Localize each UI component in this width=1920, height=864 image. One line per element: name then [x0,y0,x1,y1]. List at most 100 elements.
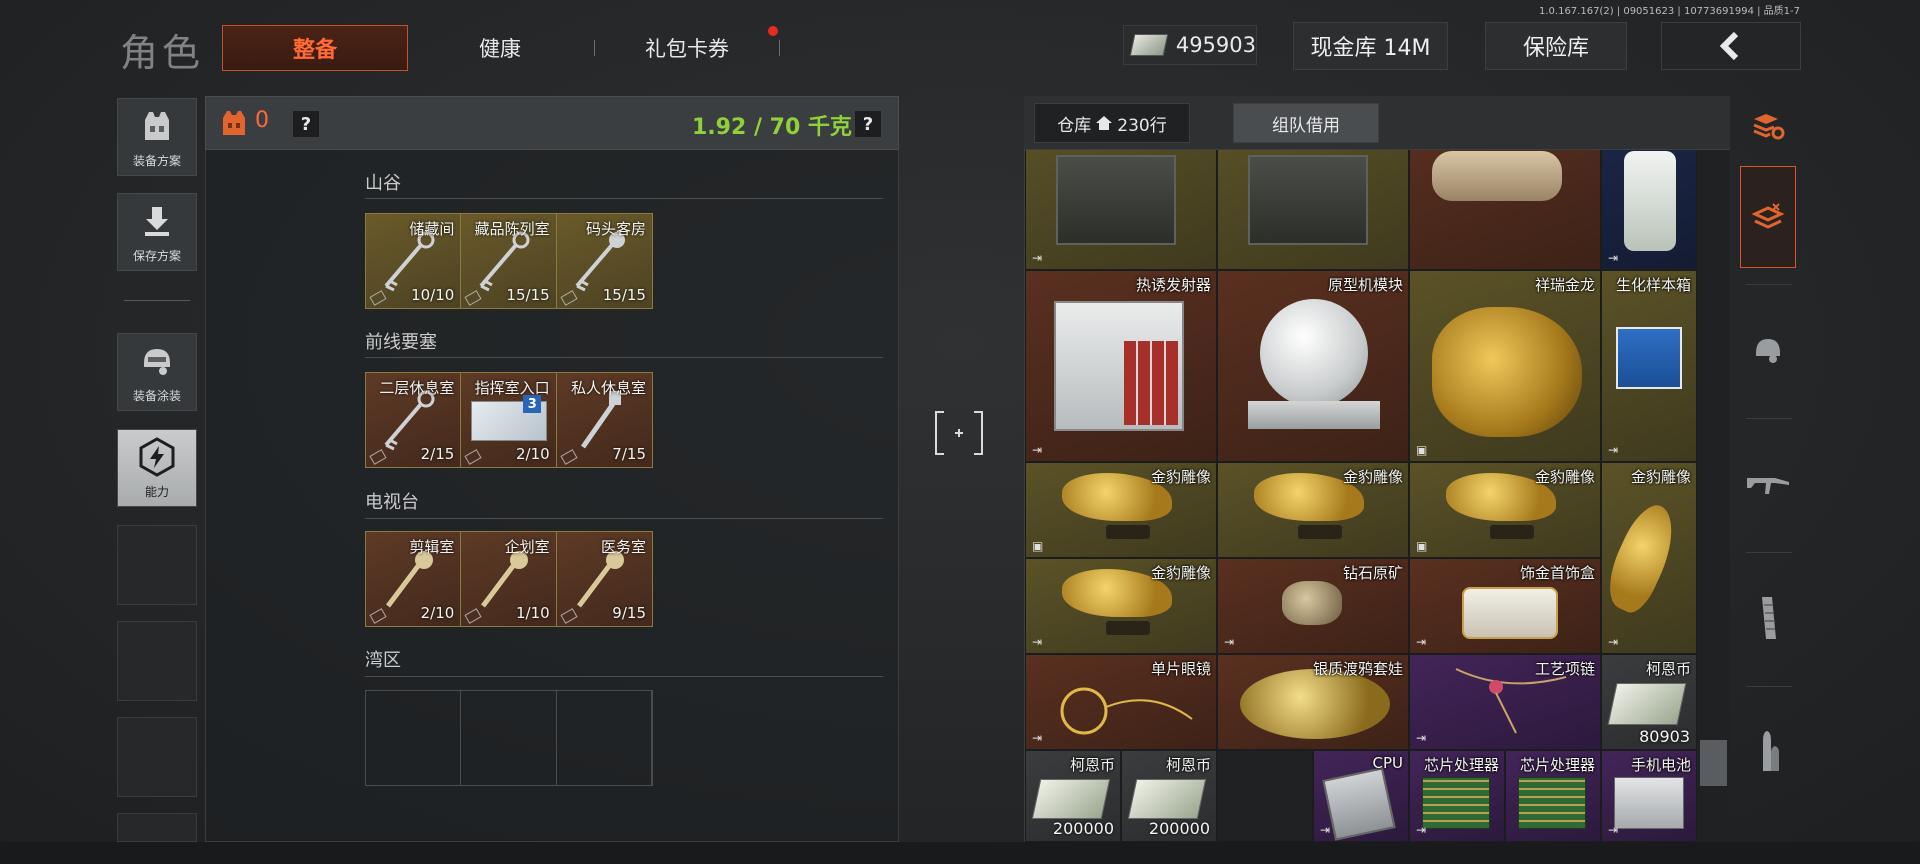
armor-count: 0 [255,108,269,133]
key-item[interactable]: 二层休息室 2/15 [366,373,462,467]
tag-icon [464,449,482,465]
item-cell[interactable]: ⇥ [1025,150,1217,270]
key-item[interactable]: 储藏间 10/10 [366,214,462,308]
cash-vault-button[interactable]: 现金库 14M [1293,22,1448,70]
warehouse-grid: ⇥ ⇥ 热诱发射器 ⇥ 原型机模块 祥瑞金龙 ▣ 生化样本箱 ⇥ 金豹雕像 ▣ [1025,150,1697,842]
key-item[interactable]: 私人休息室 7/15 [556,373,652,467]
rail-item-all[interactable] [1740,166,1796,268]
tab-team-borrow[interactable]: 组队借用 [1233,103,1379,143]
rail-item-helmet[interactable] [1740,310,1796,390]
item-cell[interactable]: 银质渡鸦套娃 [1217,654,1409,750]
sidebar-item-save-loadout[interactable]: 保存方案 [117,193,197,271]
sidebar-item-label: 能力 [144,485,169,499]
tab-equipment[interactable]: 整备 [222,25,408,71]
item-cell[interactable]: 钻石原矿 ⇥ [1217,558,1409,654]
launcher-cells [1124,341,1178,425]
safe-button[interactable]: 保险库 [1485,22,1627,70]
chevron-left-icon [1719,31,1739,61]
key-item[interactable]: 3 指挥室入口 2/10 [461,373,557,467]
key-item[interactable]: 藏品陈列室 15/15 [461,214,557,308]
bio-sample-box-icon [1616,327,1682,389]
key-row-empty [365,690,653,786]
expand-button[interactable] [934,410,984,456]
prototype-module-icon [1260,299,1368,407]
item-cell[interactable] [1217,150,1409,270]
item-cell[interactable]: 柯恩币 80903 [1601,654,1697,750]
rail-divider [1746,284,1792,285]
item-cell[interactable]: 金豹雕像 ⇥ [1601,462,1697,654]
item-cell[interactable]: 工艺项链 ⇥ [1409,654,1601,750]
item-cell[interactable]: 单片眼镜 ⇥ [1025,654,1217,750]
key-uses: 2/10 [420,604,455,622]
sidebar-item-equipment-skin[interactable]: 装备涂装 [117,333,197,411]
item-cell[interactable]: 芯片处理器 ⇥ [1409,750,1505,842]
item-cell[interactable]: 柯恩币 200000 [1121,750,1217,842]
key-item[interactable]: 剪辑室 2/10 [366,532,462,626]
item-name: 芯片处理器 [1519,756,1595,774]
cash-stack-icon [1127,779,1207,819]
section-title: 湾区 [365,650,401,671]
cash-stack-icon [1129,34,1169,56]
item-name: 金豹雕像 [1150,468,1211,486]
item-name: 饰金首饰盒 [1519,564,1595,582]
item-cell[interactable]: 金豹雕像 [1217,462,1409,558]
warehouse-label: 仓库 [1057,115,1092,136]
sidebar-item-label: 装备方案 [132,154,181,168]
tab-gift-vouchers[interactable]: 礼包卡券 [612,25,762,71]
item-name: 金豹雕像 [1630,468,1691,486]
key-uses: 10/10 [411,286,455,304]
move-out-icon: ⇥ [1224,635,1235,649]
scrollbar-thumb[interactable] [1700,740,1727,786]
item-cell[interactable]: 金豹雕像 ⇥ [1025,558,1217,654]
sidebar-empty-slot [117,813,197,842]
key-item[interactable]: 医务室 9/15 [556,532,652,626]
empty-key-slot[interactable] [461,691,557,785]
key-row: 储藏间 10/10 藏品陈列室 15/15 码头客房 15/15 [365,213,653,309]
key-uses: 2/15 [420,445,455,463]
back-button[interactable] [1661,22,1801,70]
item-cell[interactable]: 柯恩币 200000 [1025,750,1121,842]
key-item[interactable]: 码头客房 15/15 [556,214,652,308]
currency-display: 495903 [1123,25,1257,65]
item-cell[interactable]: 祥瑞金龙 ▣ [1409,270,1601,462]
weight-help-button[interactable]: ? [855,111,881,137]
item-cell[interactable]: 金豹雕像 ▣ [1025,462,1217,558]
item-cell[interactable]: 生化样本箱 ⇥ [1601,270,1697,462]
item-cell[interactable]: 手机电池 ⇥ [1601,750,1697,842]
item-cell[interactable]: 芯片处理器 [1505,750,1601,842]
ability-icon [137,437,177,477]
armor-help-button[interactable]: ? [293,111,319,137]
section-title: 前线要塞 [365,332,437,353]
key-item[interactable]: 企划室 1/10 [461,532,557,626]
item-cell[interactable]: 饰金首饰盒 ⇥ [1409,558,1601,654]
item-cell[interactable] [1409,150,1601,270]
key-row: 二层休息室 2/15 3 指挥室入口 2/10 私人休息室 7/15 [365,372,653,468]
empty-key-slot[interactable] [557,691,652,785]
move-out-icon: ⇥ [1608,251,1619,265]
empty-slot[interactable] [1217,750,1313,842]
move-out-icon: ⇥ [1032,731,1043,745]
item-cell[interactable]: 热诱发射器 ⇥ [1025,270,1217,462]
sidebar-item-ability[interactable]: 能力 [117,429,197,507]
rail-item-ammo[interactable] [1740,712,1796,792]
sort-button[interactable] [1740,106,1796,146]
sidebar-empty-slot [117,717,197,797]
tab-warehouse[interactable]: 仓库 230行 [1034,103,1190,143]
item-name: 芯片处理器 [1423,756,1499,774]
section-divider [365,357,883,358]
sidebar-item-loadout[interactable]: 装备方案 [117,98,197,176]
layers-icon [1751,203,1785,229]
currency-amount: 495903 [1175,33,1256,57]
rail-item-magazine[interactable] [1740,578,1796,658]
device-icon [1432,151,1562,201]
item-cell[interactable]: CPU ⇥ [1313,750,1409,842]
item-name: 生化样本箱 [1615,276,1691,294]
item-cell[interactable]: ⇥ [1601,150,1697,270]
warehouse-scrollbar[interactable] [1697,150,1730,842]
item-cell[interactable]: 原型机模块 [1217,270,1409,462]
item-name: 柯恩币 [1165,756,1211,774]
rail-item-weapon[interactable] [1740,445,1796,525]
tab-health[interactable]: 健康 [430,25,570,71]
item-cell[interactable]: 金豹雕像 ▣ [1409,462,1601,558]
empty-key-slot[interactable] [366,691,462,785]
